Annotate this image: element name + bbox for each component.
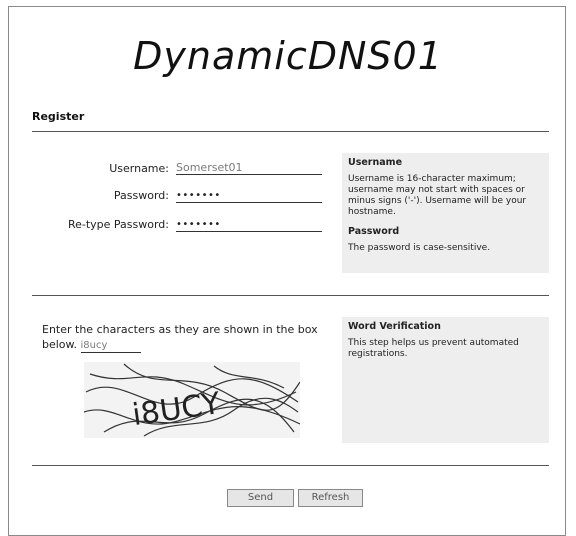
verification-input[interactable]: i8ucy: [80, 340, 141, 353]
username-help-heading: Username: [348, 157, 403, 168]
retype-password-field[interactable]: •••••••: [176, 218, 322, 232]
retype-password-label: Re-type Password:: [67, 218, 169, 231]
captcha-image: i8UCY: [83, 362, 301, 438]
verification-help-heading: Word Verification: [348, 321, 441, 332]
username-help-text: Username is 16-character maximum; userna…: [348, 174, 527, 217]
verification-help-text: This step helps us prevent automated reg…: [348, 338, 519, 359]
verification-help-box: Word Verification This step helps us pre…: [342, 317, 549, 443]
password-help-text: The password is case-sensitive.: [348, 243, 491, 253]
send-button[interactable]: Send: [227, 489, 294, 507]
divider: [32, 465, 549, 466]
password-label: Password:: [113, 189, 169, 202]
username-label: Username:: [109, 162, 169, 175]
captcha-graphic: i8UCY: [83, 362, 301, 438]
divider: [32, 131, 549, 132]
section-title: Register: [32, 110, 85, 123]
verification-prompt: Enter the characters as they are shown i…: [42, 322, 332, 353]
password-field[interactable]: •••••••: [176, 189, 322, 203]
divider: [32, 295, 549, 296]
password-help-heading: Password: [348, 226, 400, 237]
registration-help-box: Username Username is 16-character maximu…: [342, 153, 549, 273]
username-field[interactable]: Somerset01: [176, 161, 322, 175]
site-logo: DynamicDNS01: [133, 34, 443, 78]
refresh-button[interactable]: Refresh: [298, 489, 363, 507]
